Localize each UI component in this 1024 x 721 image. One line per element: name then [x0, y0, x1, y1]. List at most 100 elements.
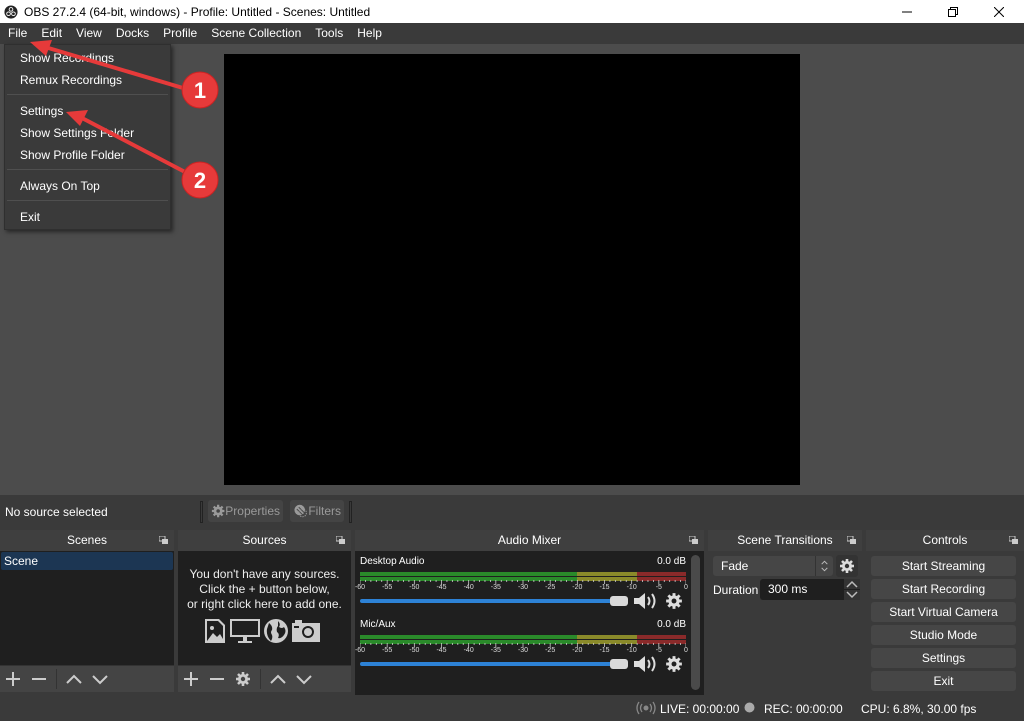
minimize-button[interactable]	[884, 0, 930, 23]
close-button[interactable]	[976, 0, 1022, 23]
menu-profile[interactable]: Profile	[156, 23, 204, 44]
meter-tick-label: -60	[354, 647, 366, 654]
sources-footer-toolbar	[178, 665, 351, 692]
menu-item-show-profile-folder[interactable]: Show Profile Folder	[20, 148, 125, 162]
meter-tick-label: -15	[599, 647, 610, 654]
speaker-icon[interactable]	[633, 655, 659, 673]
cpu-fps: CPU: 6.8%, 30.00 fps	[861, 702, 977, 716]
volume-slider[interactable]	[360, 596, 628, 606]
scenes-footer-toolbar	[0, 665, 174, 692]
meter-green-segment	[360, 572, 578, 576]
volume-track	[360, 599, 616, 603]
transition-select-value: Fade	[721, 559, 749, 573]
menu-item-remux-recordings[interactable]: Remux Recordings	[20, 73, 122, 87]
filters-label: Filters	[308, 504, 341, 518]
menu-scene-collection[interactable]: Scene Collection	[204, 23, 308, 44]
start-virtual-camera-button[interactable]: Start Virtual Camera	[871, 602, 1016, 622]
scenes-list[interactable]: Scene	[0, 551, 174, 665]
exit-button[interactable]: Exit	[871, 671, 1016, 691]
menu-item-show-settings-folder[interactable]: Show Settings Folder	[20, 126, 134, 140]
studio-mode-button[interactable]: Studio Mode	[871, 625, 1016, 645]
volume-slider-handle[interactable]	[610, 596, 628, 606]
source-properties-button[interactable]	[230, 666, 256, 692]
plus-icon	[6, 672, 20, 686]
channel-name: Mic/Aux	[360, 619, 396, 630]
undock-icon[interactable]	[689, 536, 698, 544]
meter-green-segment	[360, 635, 578, 639]
minus-icon	[210, 678, 224, 680]
menu-separator	[7, 169, 168, 170]
move-source-down-button[interactable]	[291, 666, 317, 692]
status-bar: LIVE: 00:00:00 REC: 00:00:00 CPU: 6.8%, …	[0, 697, 1024, 721]
toolbar-separator	[56, 669, 57, 689]
scenes-title: Scenes	[66, 533, 108, 547]
meter-tick-label: 0	[684, 584, 688, 591]
duration-spinner[interactable]	[844, 579, 860, 600]
menu-tools[interactable]: Tools	[308, 23, 350, 44]
no-sources-line: You don't have any sources.	[189, 567, 340, 581]
meter-tick-label: -5	[655, 584, 662, 591]
restore-button[interactable]	[930, 0, 976, 23]
menu-item-show-recordings[interactable]: Show Recordings	[20, 51, 114, 65]
volume-slider-handle[interactable]	[610, 659, 628, 669]
sources-list[interactable]: You don't have any sources. Click the + …	[178, 551, 351, 665]
volume-slider[interactable]	[360, 659, 628, 669]
meter-tick-label: -40	[463, 647, 474, 654]
transition-properties-button[interactable]	[836, 555, 858, 577]
undock-icon[interactable]	[1009, 536, 1018, 544]
gear-icon[interactable]	[665, 592, 683, 610]
menu-edit[interactable]: Edit	[34, 23, 69, 44]
remove-scene-button[interactable]	[26, 666, 52, 692]
globe-icon	[264, 619, 288, 643]
scene-list-item[interactable]: Scene	[1, 552, 173, 570]
chevron-up-icon	[270, 674, 286, 684]
menu-docks[interactable]: Docks	[109, 23, 156, 44]
settings-button[interactable]: Settings	[871, 648, 1016, 668]
move-source-up-button[interactable]	[265, 666, 291, 692]
meter-tick-label: -50	[409, 584, 420, 591]
title-bar: OBS 27.2.4 (64-bit, windows) - Profile: …	[0, 0, 1024, 23]
add-scene-button[interactable]	[0, 666, 26, 692]
undock-icon[interactable]	[847, 536, 856, 544]
meter-tick-label: -30	[517, 647, 529, 654]
remove-source-button[interactable]	[204, 666, 230, 692]
gear-icon[interactable]	[665, 655, 683, 673]
meter-tick-label: -20	[572, 647, 583, 654]
menu-item-settings[interactable]: Settings	[20, 104, 63, 118]
filters-button[interactable]: Filters	[290, 500, 344, 522]
filter-icon	[294, 504, 307, 518]
controls-dock: Controls Start Streaming Start Recording…	[866, 530, 1024, 695]
file-menu-dropdown: Show Recordings Remux Recordings Setting…	[4, 44, 171, 230]
start-recording-button[interactable]: Start Recording	[871, 579, 1016, 599]
menu-file[interactable]: File	[0, 23, 34, 44]
start-streaming-button[interactable]: Start Streaming	[871, 556, 1016, 576]
menu-separator	[7, 94, 168, 95]
menu-item-exit[interactable]: Exit	[20, 210, 40, 224]
audio-mixer-scrollbar[interactable]	[691, 555, 700, 690]
menu-help[interactable]: Help	[350, 23, 389, 44]
record-dot-icon	[744, 702, 755, 713]
gear-icon	[211, 504, 225, 518]
properties-button[interactable]: Properties	[208, 500, 283, 522]
menu-item-always-on-top[interactable]: Always On Top	[20, 179, 100, 193]
meter-tick-label: -20	[572, 584, 583, 591]
meter-tick-label: -30	[517, 584, 529, 591]
move-scene-up-button[interactable]	[61, 666, 87, 692]
add-source-button[interactable]	[178, 666, 204, 692]
preview-canvas[interactable]	[224, 54, 800, 485]
menu-view[interactable]: View	[69, 23, 109, 44]
undock-icon[interactable]	[336, 536, 345, 544]
display-icon	[230, 619, 260, 643]
meter-tick-label: -40	[463, 584, 474, 591]
minus-icon	[32, 678, 46, 680]
transition-select[interactable]: Fade	[713, 556, 833, 576]
meter-tick-label: -50	[409, 647, 420, 654]
undock-icon[interactable]	[159, 536, 168, 544]
move-scene-down-button[interactable]	[87, 666, 113, 692]
meter-tick-label: -55	[382, 584, 393, 591]
speaker-icon[interactable]	[633, 592, 659, 610]
scenes-dock-title: Scenes	[0, 530, 174, 551]
meter-tick-label: -35	[490, 647, 501, 654]
properties-label: Properties	[225, 504, 280, 518]
source-toolbar: No source selected Properties Filters	[0, 495, 1024, 530]
